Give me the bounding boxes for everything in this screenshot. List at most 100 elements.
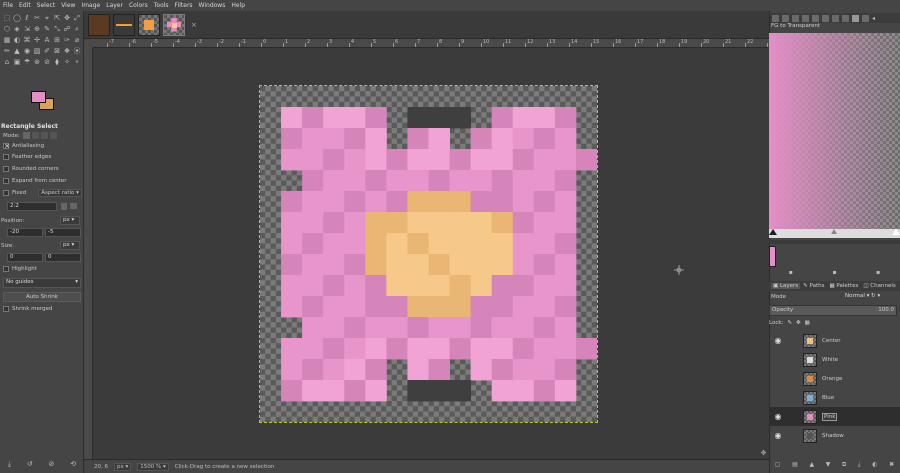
tool-icon-8[interactable]: ⬡ xyxy=(2,24,12,34)
layer-row-center[interactable]: ◉ Center xyxy=(769,331,900,350)
image-tab-4[interactable] xyxy=(163,13,185,36)
menu-view[interactable]: View xyxy=(61,2,75,9)
tool-presets-tab-icon[interactable] xyxy=(832,14,839,22)
layer-row-pink[interactable]: ◉ Pink xyxy=(769,407,900,426)
tool-icon-0[interactable]: ⬚ xyxy=(2,13,12,23)
mode-replace-icon[interactable] xyxy=(22,132,30,139)
reset-options-icon[interactable]: ⟲ xyxy=(70,460,76,469)
tool-icon-20[interactable]: A xyxy=(42,35,52,45)
visibility-eye-icon[interactable]: ◉ xyxy=(772,412,784,421)
tool-icon-1[interactable]: ◯ xyxy=(12,13,22,23)
tool-icon-32[interactable]: ⌂ xyxy=(2,57,12,67)
layer-row-orange[interactable]: Orange xyxy=(769,369,900,388)
layer-thumbnail[interactable] xyxy=(803,409,817,424)
unit-select[interactable]: px ▾ xyxy=(114,462,132,471)
layer-row-blue[interactable]: Blue xyxy=(769,388,900,407)
tool-icon-12[interactable]: ✎ xyxy=(42,24,52,34)
tool-icon-13[interactable]: ⤡ xyxy=(52,24,62,34)
dashboard-tab-icon[interactable] xyxy=(862,14,869,22)
dock-menu-icon[interactable]: ◂ xyxy=(872,15,879,22)
tool-icon-26[interactable]: ◉ xyxy=(22,46,32,56)
close-tab-icon[interactable]: × xyxy=(191,21,197,29)
layer-thumbnail[interactable] xyxy=(803,333,817,348)
highlight-checkbox[interactable] xyxy=(3,266,9,272)
lock-alpha-icon[interactable]: ▦ xyxy=(805,320,810,326)
menu-file[interactable]: File xyxy=(3,2,13,9)
mask-layer-icon[interactable]: ◐ xyxy=(872,461,877,469)
layer-name[interactable]: White xyxy=(822,357,838,363)
lock-position-icon[interactable]: ✥ xyxy=(796,320,801,326)
tab-layers[interactable]: ▣ Layers xyxy=(771,283,801,289)
dynamics-tab-icon[interactable] xyxy=(842,14,849,22)
aspect-dropdown[interactable]: Aspect ratio ▾ xyxy=(38,189,82,197)
tool-icon-25[interactable]: ▲ xyxy=(12,46,22,56)
image-tab-1[interactable] xyxy=(88,13,110,36)
visibility-eye-icon[interactable]: ◉ xyxy=(772,336,784,345)
tool-icon-23[interactable]: ⌀ xyxy=(72,35,82,45)
image-tab-2[interactable] xyxy=(113,13,135,36)
tool-icon-36[interactable]: ⊘ xyxy=(42,57,52,67)
layer-row-shadow[interactable]: ◉ Shadow xyxy=(769,426,900,445)
tab-channels[interactable]: ◫ Channels xyxy=(861,283,897,289)
antialiasing-option[interactable]: Antialiasing xyxy=(3,142,44,150)
gradient-duplicate-icon[interactable]: ▪ xyxy=(832,269,836,276)
foreground-color-swatch[interactable] xyxy=(31,91,46,103)
tool-icon-3[interactable]: ✂ xyxy=(32,13,42,23)
save-options-icon[interactable]: ⤓ xyxy=(8,460,11,469)
tool-icon-10[interactable]: ⇲ xyxy=(22,24,32,34)
tool-icon-30[interactable]: ❖ xyxy=(62,46,72,56)
lock-pixels-icon[interactable]: ✎ xyxy=(787,320,792,326)
restore-options-icon[interactable]: ↺ xyxy=(27,460,33,469)
merge-layer-icon[interactable]: ⤓ xyxy=(858,461,861,469)
feather-option[interactable]: Feather edges xyxy=(3,154,51,160)
tool-icon-31[interactable]: ⦿ xyxy=(72,46,82,56)
visibility-eye-icon[interactable]: ◉ xyxy=(772,431,784,440)
navigate-icon[interactable]: ✥ xyxy=(759,449,768,458)
tool-icon-17[interactable]: ◐ xyxy=(12,35,22,45)
ratio-field[interactable]: 2:2 xyxy=(7,202,57,211)
layer-name[interactable]: Pink xyxy=(822,412,838,421)
shrink-merged-checkbox[interactable] xyxy=(3,306,9,312)
tool-icon-27[interactable]: ▧ xyxy=(32,46,42,56)
menu-edit[interactable]: Edit xyxy=(19,2,31,9)
document-history-tab-icon[interactable] xyxy=(802,14,809,22)
auto-shrink-button[interactable]: Auto Shrink xyxy=(3,292,81,302)
tool-icon-39[interactable]: ⚬ xyxy=(72,57,82,67)
menu-layer[interactable]: Layer xyxy=(106,2,123,9)
layer-thumbnail[interactable] xyxy=(803,390,817,405)
menu-colors[interactable]: Colors xyxy=(129,2,148,9)
delete-layer-icon[interactable]: ✖ xyxy=(889,461,894,469)
ratio-landscape-icon[interactable] xyxy=(70,203,77,209)
tool-icon-9[interactable]: ◈ xyxy=(12,24,22,34)
zoom-select[interactable]: 1500 % ▾ xyxy=(137,462,169,471)
tool-icon-21[interactable]: ⊞ xyxy=(52,35,62,45)
tab-paths[interactable]: ✎ Paths xyxy=(801,283,826,289)
layer-name[interactable]: Center xyxy=(822,338,841,344)
new-layer-icon[interactable]: ▢ xyxy=(775,461,781,469)
gradient-stops-bar[interactable] xyxy=(769,229,900,238)
tool-icon-22[interactable]: ✑ xyxy=(62,35,72,45)
tool-icon-7[interactable]: ⤢ xyxy=(72,13,82,23)
layer-thumbnail[interactable] xyxy=(803,428,817,443)
canvas-image[interactable] xyxy=(259,85,598,423)
mode-intersect-icon[interactable] xyxy=(49,132,57,139)
menu-image[interactable]: Image xyxy=(81,2,100,9)
antialiasing-checkbox[interactable] xyxy=(3,142,10,150)
active-gradient-swatch[interactable] xyxy=(769,246,776,267)
size-h-field[interactable]: 0 xyxy=(45,253,81,262)
menu-help[interactable]: Help xyxy=(231,2,245,9)
tool-icon-24[interactable]: ✏ xyxy=(2,46,12,56)
tool-icon-18[interactable]: ⌘ xyxy=(22,35,32,45)
tool-icon-28[interactable]: ✐ xyxy=(42,46,52,56)
tool-icon-6[interactable]: ✥ xyxy=(62,13,72,23)
shrink-merged-option[interactable]: Shrink merged xyxy=(3,306,52,312)
tool-icon-16[interactable]: ▦ xyxy=(2,35,12,45)
layer-name[interactable]: Blue xyxy=(822,395,834,401)
feather-checkbox[interactable] xyxy=(3,154,9,160)
tool-icon-5[interactable]: ⇱ xyxy=(52,13,62,23)
tool-icon-19[interactable]: ✢ xyxy=(32,35,42,45)
gradients-tab-icon[interactable] xyxy=(852,14,859,22)
fixed-option[interactable]: Fixed Aspect ratio ▾ xyxy=(3,189,82,197)
new-group-icon[interactable]: ▤ xyxy=(792,461,798,469)
images-tab-icon[interactable] xyxy=(812,14,819,22)
